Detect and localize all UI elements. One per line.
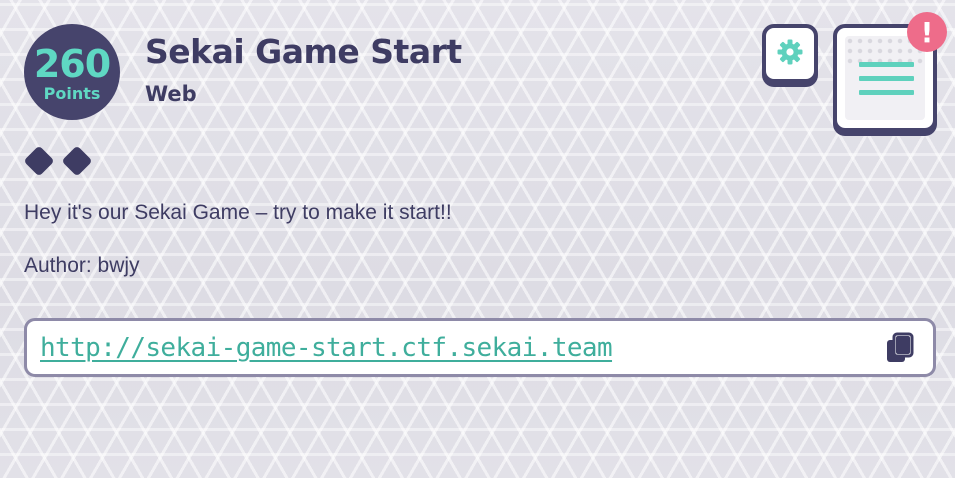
diamond-icon xyxy=(61,145,93,177)
points-label: Points xyxy=(39,85,105,105)
diamond-icon xyxy=(23,145,55,177)
challenge-description: Hey it's our Sekai Game – try to make it… xyxy=(24,201,452,224)
gear-icon xyxy=(776,38,804,70)
notes-icon xyxy=(845,36,925,120)
challenge-url-link[interactable]: http://sekai-game-start.ctf.sekai.team xyxy=(40,333,613,363)
challenge-author: Author: bwjy xyxy=(24,254,140,277)
settings-button[interactable] xyxy=(762,24,818,83)
alert-badge: ! xyxy=(907,12,947,52)
copy-icon[interactable] xyxy=(885,332,915,364)
challenge-url-box: http://sekai-game-start.ctf.sekai.team xyxy=(24,318,936,377)
challenge-category: Web xyxy=(145,82,197,106)
difficulty-rating xyxy=(23,145,93,177)
points-value: 260 xyxy=(33,42,111,86)
challenge-title: Sekai Game Start xyxy=(145,32,462,71)
points-badge: 260 Points xyxy=(24,24,120,120)
